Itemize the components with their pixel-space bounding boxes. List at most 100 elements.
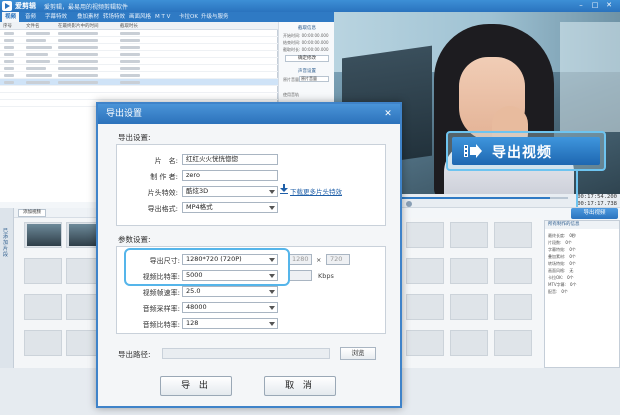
close-app-button[interactable]: ✕ [604, 1, 614, 10]
author-input[interactable]: zero [182, 170, 278, 181]
file-row[interactable] [0, 65, 278, 72]
file-row[interactable] [0, 86, 278, 93]
export-video-button[interactable]: 导出视频 [571, 208, 618, 219]
col-duration: 截取时长 [120, 24, 138, 29]
menu-picture-style[interactable]: 画面风格 [126, 12, 154, 22]
clip-slot[interactable] [450, 294, 488, 320]
confirm-edit-button[interactable]: 确定修改 [285, 55, 329, 62]
add-video-button[interactable]: 添加视频 [18, 209, 46, 217]
app-name: 爱剪辑 [15, 2, 36, 10]
prop-row: 片段数: 0个 [548, 240, 572, 245]
format-select[interactable]: MP4格式 [182, 202, 278, 213]
production-info-header: 所有制作的信息 [545, 221, 619, 229]
file-row[interactable] [0, 72, 278, 79]
params-section-label: 参数设置: [118, 235, 151, 244]
dialog-title: 导出设置 [98, 104, 400, 124]
export-video-callout: 导出视频 [446, 131, 606, 171]
current-time: 00:17:54.200 [577, 194, 617, 200]
sound-select[interactable]: 原片音量 [299, 76, 329, 82]
clip-slot[interactable] [406, 222, 444, 248]
size-width-input[interactable]: 1280 [288, 254, 312, 265]
video-bitrate-custom-input[interactable] [288, 270, 312, 281]
audio-bitrate-select[interactable]: 128 [182, 318, 278, 329]
use-track-checkbox[interactable]: 使用音轨 [283, 92, 299, 98]
clip-thumbnail[interactable] [24, 222, 62, 248]
menu-audio[interactable]: 音频 [22, 12, 39, 22]
menu-video[interactable]: 视频 [2, 12, 20, 22]
maximize-button[interactable]: □ [590, 1, 600, 10]
clip-slot[interactable] [494, 330, 532, 356]
title-input[interactable]: 红红火火恍恍惚惚 [182, 154, 278, 165]
clip-slot[interactable] [24, 294, 62, 320]
added-clips-tab[interactable]: 已添加片段 [0, 208, 14, 368]
file-row[interactable] [0, 37, 278, 44]
menu-upgrade[interactable]: 升级与服务 [198, 12, 232, 22]
frame-rate-label: 视频帧速率: [142, 289, 180, 297]
intro-effect-select[interactable]: 酷炫3D [182, 186, 278, 197]
export-video-callout-button[interactable]: 导出视频 [452, 137, 600, 165]
size-bitrate-highlight [124, 248, 290, 286]
clip-slot[interactable] [494, 222, 532, 248]
prop-row: 字幕特效: 0个 [548, 247, 576, 252]
col-filename: 文件名 [26, 24, 40, 29]
audio-sample-rate-select[interactable]: 48000 [182, 302, 278, 313]
size-times-sign: × [316, 256, 322, 264]
clip-slot[interactable] [450, 330, 488, 356]
kbps-unit: Kbps [318, 272, 334, 280]
file-row[interactable] [0, 58, 278, 65]
sound-settings-caption: 声音设置 [298, 69, 316, 74]
play-icon[interactable] [406, 201, 412, 207]
clip-slot[interactable] [24, 330, 62, 356]
cancel-button[interactable]: 取 消 [264, 376, 336, 396]
file-row[interactable] [0, 44, 278, 51]
clip-slot[interactable] [24, 258, 62, 284]
callout-connector [576, 171, 578, 207]
clip-slot[interactable] [494, 258, 532, 284]
col-index: 序号 [3, 24, 12, 29]
browse-button[interactable]: 浏览 [340, 347, 376, 360]
duration-text: 截取时长: 00:00:00.000 [283, 47, 329, 52]
prop-row: 卡拉OK: 0个 [548, 275, 574, 280]
file-list-header: 序号 文件名 在最终影片中的时间 截取时长 [0, 22, 278, 30]
file-row[interactable] [0, 93, 278, 100]
clip-slot[interactable] [494, 294, 532, 320]
menu-overlay[interactable]: 叠加素材 [74, 12, 102, 22]
added-clips-label: 已添加片段 [3, 228, 9, 258]
export-path-input[interactable] [162, 348, 330, 359]
export-section-label: 导出设置: [118, 133, 151, 142]
size-height-input[interactable]: 720 [326, 254, 350, 265]
audio-sample-rate-label: 音频采样率: [142, 305, 180, 313]
download-icon [280, 184, 288, 194]
menu-subtitle-effects[interactable]: 字幕特效 [42, 12, 70, 22]
prop-row: 最终长度: 0秒 [548, 233, 576, 238]
title-label: 片 名: [154, 157, 178, 165]
file-row[interactable] [0, 30, 278, 37]
audio-bitrate-label: 音频比特率: [142, 321, 180, 329]
dialog-close-icon[interactable]: ✕ [382, 108, 394, 120]
total-time: 00:17:17.738 [577, 201, 617, 207]
app-subtitle: 爱剪辑，最易用的视频剪辑软件 [44, 4, 129, 11]
export-button[interactable]: 导 出 [160, 376, 232, 396]
file-row[interactable] [0, 51, 278, 58]
clip-slot[interactable] [406, 330, 444, 356]
menu-transitions[interactable]: 转场特效 [100, 12, 128, 22]
clip-info-caption: 截取信息 [298, 26, 316, 31]
menu-mtv[interactable]: M T V [152, 12, 173, 22]
format-label: 导出格式: [147, 205, 178, 213]
export-path-label: 导出路径: [118, 350, 151, 359]
clip-slot[interactable] [450, 258, 488, 284]
prop-row: 转场特效: 0个 [548, 261, 576, 266]
download-more-intro-effects-link[interactable]: 下载更多片头特效 [290, 186, 342, 196]
author-label: 制 作 者: [150, 173, 178, 181]
prop-row: 叠加素材: 0个 [548, 254, 576, 259]
prop-row: 画面风格: 无 [548, 268, 574, 273]
clip-slot[interactable] [450, 222, 488, 248]
start-time-text: 开始时间: 00:00:00.000 [283, 33, 329, 38]
frame-rate-select[interactable]: 25.0 [182, 286, 278, 297]
file-row-selected[interactable] [0, 79, 278, 86]
film-export-icon [464, 144, 482, 158]
clip-slot[interactable] [406, 294, 444, 320]
sound-label: 原片音量 [283, 77, 299, 82]
minimize-button[interactable]: – [576, 1, 586, 10]
clip-slot[interactable] [406, 258, 444, 284]
